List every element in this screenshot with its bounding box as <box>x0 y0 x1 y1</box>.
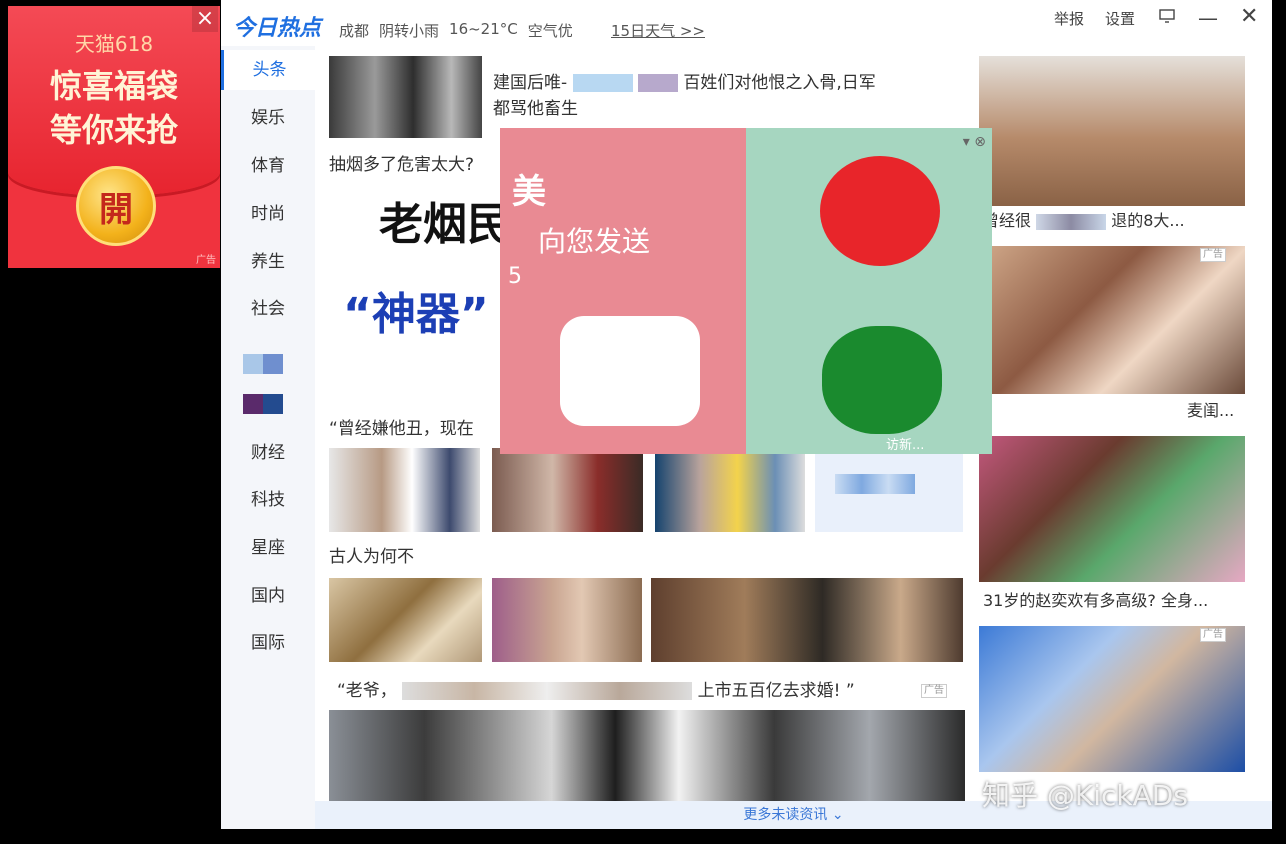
right-title-3[interactable]: 31岁的赵奕欢有多高级? 全身... <box>983 588 1208 614</box>
weather-condition: 阴转小雨 <box>379 22 440 40</box>
sidebar-item-headlines[interactable]: 头条 <box>221 50 315 90</box>
ad-banner-text-2: “神器” <box>343 289 489 340</box>
news-thumb-3d[interactable] <box>815 448 963 532</box>
category-sidebar: 头条 娱乐 体育 时尚 养生 社会 财经 科技 星座 国内 国际 <box>221 46 315 829</box>
ad-badge: 广告 <box>921 684 947 698</box>
forecast-link[interactable]: 15日天气 >> <box>611 20 705 41</box>
weather-temp: 16~21°C <box>449 20 518 38</box>
sidebar-pixelated-item-1[interactable] <box>243 354 283 374</box>
weibo-icon[interactable] <box>820 156 940 266</box>
sidebar-item-health[interactable]: 养生 <box>221 242 315 282</box>
popup-close-icon[interactable]: ⊗ <box>974 134 986 150</box>
wechat-icon[interactable] <box>822 326 942 434</box>
right-thumb-2[interactable] <box>979 246 1245 394</box>
app-logo: 今日热点 <box>233 16 322 41</box>
title-bar: 今日热点 成都 阴转小雨 16~21°C 空气优 15日天气 >> 举报 设置 … <box>221 0 1272 46</box>
right-title-2[interactable]: 麦闺... <box>1187 398 1234 424</box>
weather-city: 成都 <box>339 22 370 40</box>
sidebar-item-finance[interactable]: 财经 <box>221 433 315 473</box>
news-thumb-1[interactable] <box>329 56 482 138</box>
sidebar-item-society[interactable]: 社会 <box>221 289 315 329</box>
right-thumb-4[interactable] <box>979 626 1245 772</box>
news-title-5-a: “老爷， <box>337 681 397 701</box>
news-title-4[interactable]: 古人为何不 <box>329 544 414 570</box>
minimize-icon[interactable]: — <box>1198 6 1218 30</box>
news-title-2[interactable]: 抽烟多了危害太大? <box>329 152 474 178</box>
sidebar-item-international[interactable]: 国际 <box>221 623 315 663</box>
sidebar-item-fashion[interactable]: 时尚 <box>221 194 315 234</box>
popup-title: 美 <box>512 172 546 212</box>
weather-air: 空气优 <box>527 22 573 40</box>
news-title-1-a: 建国后唯- <box>493 73 568 93</box>
screenshot-stage: 天猫618 惊喜福袋 等你来抢 開 × 广告 今日热点 成都 阴转小雨 16~2… <box>0 0 1286 844</box>
right-title-1-b: 退的8大... <box>1111 211 1185 230</box>
pixelated-text <box>402 682 693 700</box>
ad-tag: 广告 <box>196 255 216 266</box>
popup-controls[interactable]: ▾ ⊗ <box>963 134 986 150</box>
popup-left-panel: 美 向您发送 5 <box>500 128 746 454</box>
report-button[interactable]: 举报 <box>1054 8 1084 29</box>
popup-hint: 5 <box>508 264 522 289</box>
news-title-1[interactable]: 建国后唯- 百姓们对他恨之入骨,日军 都骂他畜生 <box>493 70 876 122</box>
popup-cat-icon[interactable] <box>560 316 700 426</box>
chevron-down-icon: ⌄ <box>831 807 844 823</box>
right-thumb-3[interactable] <box>979 436 1245 582</box>
ad-headline-line1: 惊喜福袋 <box>49 67 178 105</box>
ad-badge: 广告 <box>1200 628 1226 642</box>
sidebar-item-entertainment[interactable]: 娱乐 <box>221 98 315 138</box>
news-thumb-4b[interactable] <box>492 578 642 662</box>
news-title-1-c: 都骂他畜生 <box>493 99 578 119</box>
ad-brand: 天猫618 <box>74 32 154 56</box>
news-thumb-4a[interactable] <box>329 578 482 662</box>
settings-button[interactable]: 设置 <box>1105 8 1135 29</box>
news-thumb-3a[interactable] <box>329 448 480 532</box>
sidebar-item-sports[interactable]: 体育 <box>221 146 315 186</box>
ad-badge: 广告 <box>1200 248 1226 262</box>
ad-close-icon[interactable]: × <box>192 6 218 32</box>
news-title-1-b: 百姓们对他恨之入骨,日军 <box>683 73 876 93</box>
share-popup-overlay[interactable]: 美 向您发送 5 访新... ▾ ⊗ <box>500 128 992 454</box>
pixelated-text <box>637 74 678 92</box>
sidebar-item-horoscope[interactable]: 星座 <box>221 528 315 568</box>
right-title-1[interactable]: 曾经很 退的8大... <box>983 208 1185 234</box>
ad-headline: 惊喜福袋 等你来抢 <box>8 64 220 152</box>
sidebar-item-tech[interactable]: 科技 <box>221 480 315 520</box>
ad-headline-line2: 等你来抢 <box>49 111 178 149</box>
news-title-5[interactable]: “老爷， 上市五百亿去求婚! ” <box>337 678 855 704</box>
sidebar-pixelated-item-2[interactable] <box>243 394 283 414</box>
collapse-icon[interactable]: ▾ <box>963 134 970 150</box>
pin-icon[interactable] <box>1159 9 1175 27</box>
popup-right-panel: 访新... <box>746 128 992 454</box>
weather-info: 成都 阴转小雨 16~21°C 空气优 <box>339 20 573 41</box>
pixelated-text <box>1036 213 1107 230</box>
ad-banner-text-1: 老烟民 <box>379 199 511 250</box>
news-thumb-3c[interactable] <box>655 448 805 532</box>
sidebar-item-domestic[interactable]: 国内 <box>221 576 315 616</box>
news-title-3[interactable]: “曾经嫌他丑，现在 <box>329 416 474 442</box>
pixelated-block <box>835 474 915 494</box>
open-coin-button[interactable]: 開 <box>76 166 156 246</box>
close-icon[interactable]: ✕ <box>1240 4 1258 29</box>
news-title-5-b: 上市五百亿去求婚! ” <box>697 681 855 701</box>
right-thumb-1[interactable] <box>979 56 1245 206</box>
tmall-ad-popup[interactable]: 天猫618 惊喜福袋 等你来抢 開 × 广告 <box>8 6 220 268</box>
news-thumb-5[interactable] <box>329 710 965 802</box>
popup-fragment: 访新... <box>886 438 925 453</box>
pixelated-text <box>572 74 633 92</box>
news-thumb-4c[interactable] <box>651 578 963 662</box>
watermark: 知乎 @KickADs <box>982 779 1188 812</box>
popup-subtitle: 向您发送 <box>538 225 651 258</box>
load-more-label: 更多未读资讯 <box>743 807 828 823</box>
news-thumb-3b[interactable] <box>492 448 643 532</box>
